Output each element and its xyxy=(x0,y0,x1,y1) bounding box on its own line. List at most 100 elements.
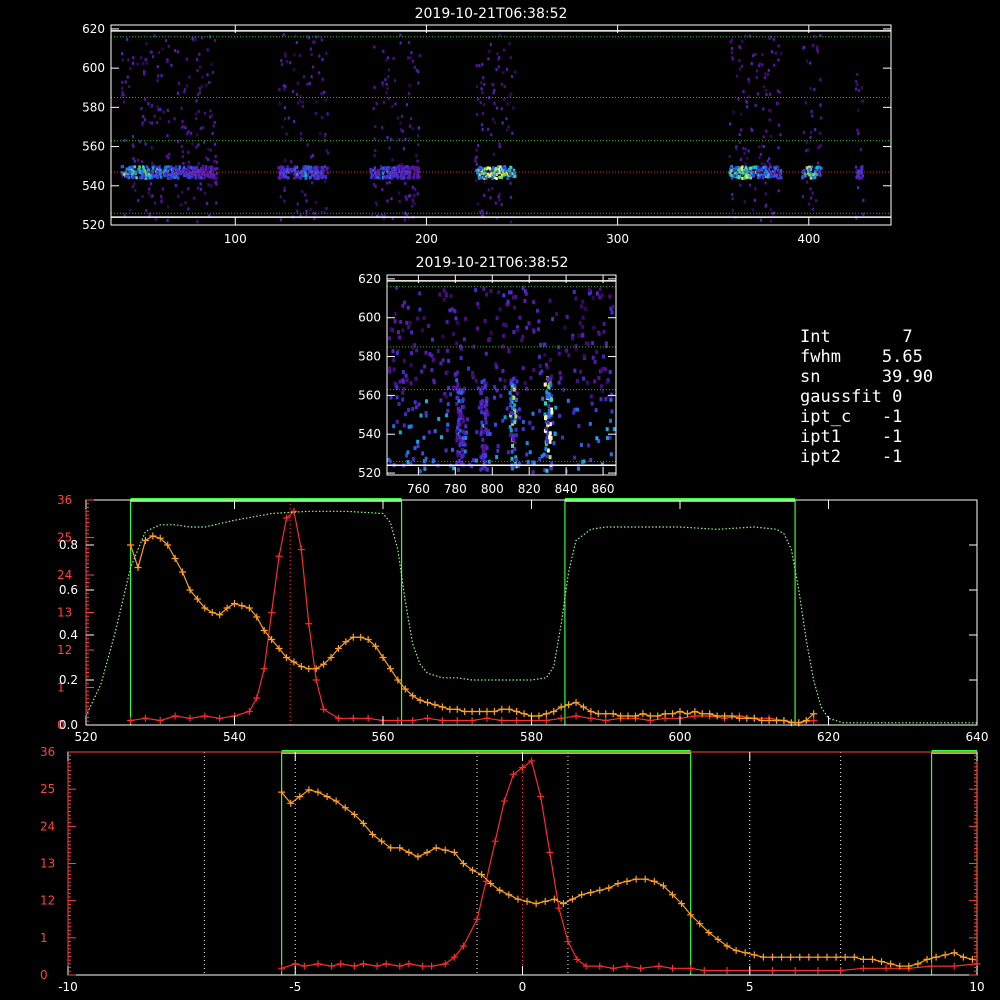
off-series-1-point xyxy=(914,960,922,968)
top-image-pixel xyxy=(312,65,315,69)
middle-image-streak-pixel xyxy=(484,420,488,425)
top-image-pixel xyxy=(161,187,164,191)
top-image-pixel xyxy=(816,161,820,165)
top-image-pixel xyxy=(819,103,822,107)
top-image-core-pixel xyxy=(489,174,492,178)
top-image-core-pixel xyxy=(511,172,514,176)
top-image-pixel xyxy=(739,183,742,187)
top-image-pixel xyxy=(375,102,378,105)
middle-image-streak-pixel xyxy=(549,383,553,387)
off-series-0-point xyxy=(768,967,776,975)
middle-image-pixel xyxy=(506,299,510,304)
middle-image-pixel xyxy=(609,418,612,423)
top-image-pixel xyxy=(772,63,776,67)
middle-image-pixel xyxy=(448,308,452,313)
middle-image-pixel xyxy=(602,329,606,334)
off-series-0-point xyxy=(596,962,604,970)
top-image-core-pixel xyxy=(808,167,811,171)
top-image-pixel xyxy=(768,157,771,161)
top-image-core-pixel xyxy=(494,168,497,172)
middle-image-pixel xyxy=(515,391,519,396)
top-image-pixel xyxy=(319,132,322,136)
wl-series-0-point xyxy=(253,694,261,702)
top-image-pixel xyxy=(298,53,302,57)
top-image-pixel xyxy=(510,92,513,96)
top-image-pixel xyxy=(197,93,200,97)
off-series-1-point xyxy=(778,953,786,961)
middle-image-streak-pixel xyxy=(481,399,485,404)
top-x-tick-label: 200 xyxy=(415,232,438,246)
middle-image-pixel xyxy=(452,466,456,471)
middle-image-streak-pixel xyxy=(457,390,461,395)
top-image-core-pixel xyxy=(500,176,503,180)
middle-image-pixel xyxy=(551,420,555,425)
top-image-pixel xyxy=(161,47,164,51)
middle-image-pixel xyxy=(572,410,576,415)
info-fwhm: fwhm 5.65 xyxy=(800,347,923,367)
middle-image-pixel xyxy=(520,338,524,343)
wl-series-1-point xyxy=(773,717,781,724)
off-red-tick-label: 25 xyxy=(40,782,55,796)
top-image-pixel xyxy=(394,102,397,106)
top-image-pixel xyxy=(758,62,761,66)
middle-y-tick-label: 540 xyxy=(358,427,381,441)
middle-image-pixel xyxy=(401,328,405,333)
top-image-pixel xyxy=(176,50,180,54)
top-image-core-pixel xyxy=(820,166,823,170)
middle-image-streak-pixel xyxy=(545,394,549,399)
top-image-pixel xyxy=(129,67,132,71)
off-red-tick-label: 0 xyxy=(40,968,48,982)
wl-series-1-point xyxy=(535,712,543,720)
top-image-core-pixel xyxy=(491,176,494,180)
wl-series-1-point xyxy=(141,537,149,544)
middle-image-pixel xyxy=(413,400,417,405)
top-image-pixel xyxy=(509,181,512,185)
top-image-pixel xyxy=(156,79,159,83)
middle-image-pixel xyxy=(523,298,527,303)
middle-image-pixel xyxy=(474,379,478,383)
off-series-0-point xyxy=(623,962,631,970)
wl-series-1-point xyxy=(483,708,491,715)
middle-image-pixel xyxy=(605,427,609,432)
middle-image-pixel xyxy=(510,456,514,461)
top-image-pixel xyxy=(861,99,864,103)
top-image-pixel xyxy=(398,199,401,203)
middle-image-pixel xyxy=(564,348,568,353)
top-image-core-pixel xyxy=(370,176,373,179)
middle-image-pixel xyxy=(416,439,420,444)
top-image-pixel xyxy=(481,209,484,213)
top-image-pixel xyxy=(310,75,313,79)
middle-image-pixel xyxy=(402,358,406,363)
top-image-pixel xyxy=(207,147,210,151)
top-image-pixel xyxy=(309,47,312,51)
top-image-title: 2019-10-21T06:38:52 xyxy=(415,6,568,22)
middle-image-streak-pixel xyxy=(548,439,552,444)
middle-image-pixel xyxy=(593,359,597,364)
middle-image-pixel xyxy=(532,300,536,305)
top-image-pixel xyxy=(128,208,131,212)
off-series-1-point xyxy=(923,955,931,963)
top-image-pixel xyxy=(777,58,780,62)
middle-image-pixel xyxy=(537,327,540,332)
top-image-pixel xyxy=(753,198,756,202)
middle-image-pixel xyxy=(552,441,556,446)
top-image-pixel xyxy=(399,33,402,37)
top-image-pixel xyxy=(814,128,817,132)
off-series-1-point xyxy=(887,960,895,968)
top-image-core-pixel xyxy=(173,173,176,177)
top-image-pixel xyxy=(405,103,408,107)
off-series-1-point xyxy=(932,953,940,961)
top-image-pixel xyxy=(477,143,480,147)
top-image-pixel xyxy=(505,128,509,132)
off-series-1-point xyxy=(514,895,522,903)
middle-image-pixel xyxy=(446,408,450,413)
top-image-pixel xyxy=(387,68,390,72)
top-image-pixel xyxy=(132,56,135,60)
off-series-0-point xyxy=(859,964,867,972)
top-image-core-pixel xyxy=(185,169,188,172)
off-series-0-point xyxy=(491,837,499,845)
top-image-core-pixel xyxy=(412,176,415,179)
off-series-0-point xyxy=(723,967,731,975)
top-image-core-pixel xyxy=(307,172,310,176)
top-image-pixel xyxy=(417,134,420,138)
